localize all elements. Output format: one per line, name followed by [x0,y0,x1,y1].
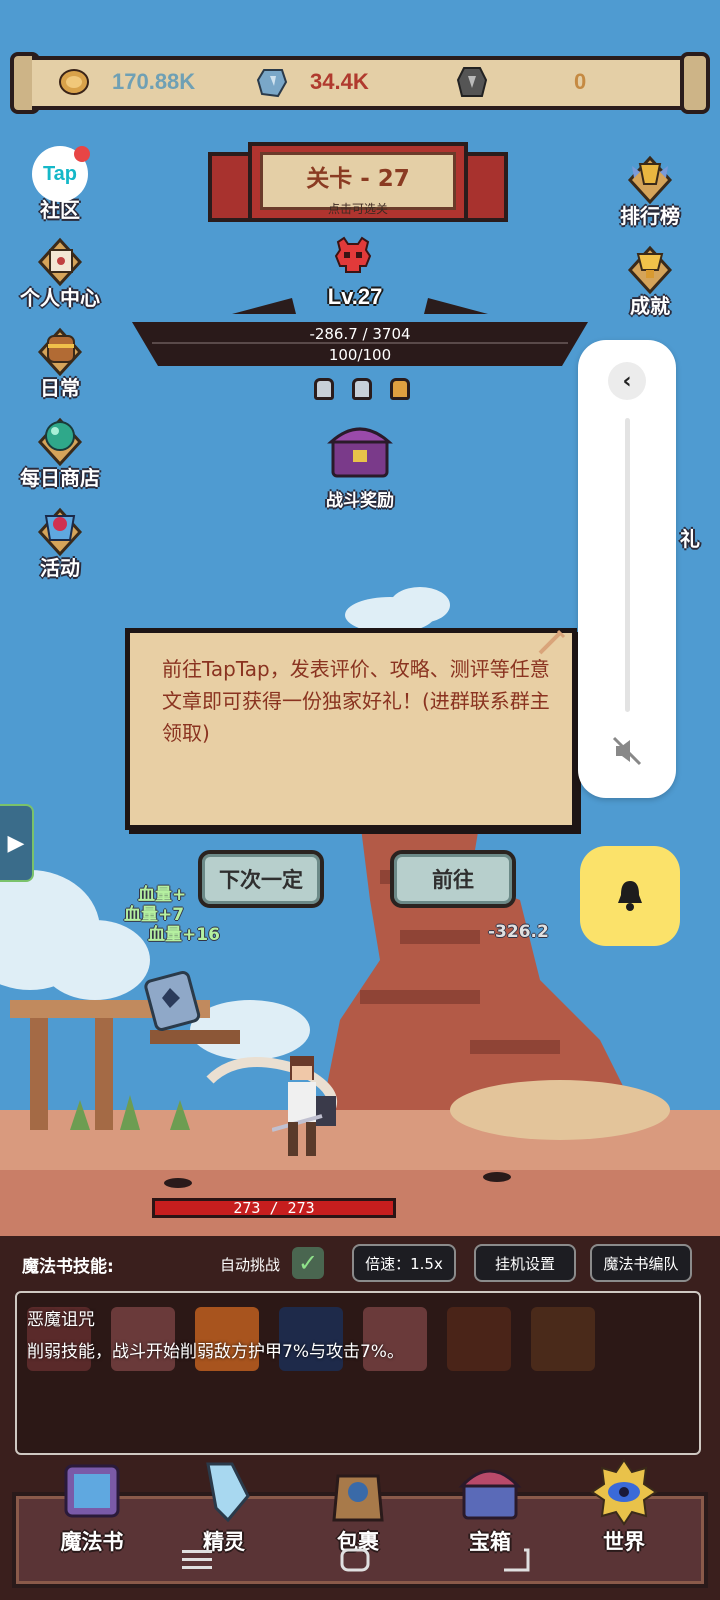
boss-skull-icon [334,236,372,273]
nav-treasure[interactable]: 宝箱 [430,1456,550,1556]
go-button[interactable]: 前往 [390,850,516,908]
profile-center-button[interactable]: 个人中心 [10,232,110,311]
currency-runes: 0 [456,62,586,102]
idle-settings-button[interactable]: 挂机设置 [474,1244,576,1282]
boss-shield-text: 100/100 [328,346,392,364]
nav-world[interactable]: 世界 [564,1456,684,1556]
taptap-review-popup: 前往TapTap，发表评价、攻略、测评等任意文章即可获得一份独家好礼！(进群联系… [125,628,577,830]
achievements-button[interactable]: 成就 [600,240,700,319]
trophy-wings-icon [620,150,680,210]
auto-challenge-label: 自动挑战 [220,1256,281,1274]
wave-dot-1 [314,378,334,400]
boss-hp-bar: -286.7 / 3704 100/100 [132,322,588,366]
wave-dot-2 [352,378,372,400]
svg-text:Tap: Tap [43,163,77,185]
barrel-icon [30,322,90,382]
speed-button[interactable]: 倍速：1.5x [352,1244,456,1282]
collapse-panel-button[interactable]: ‹ [608,362,646,400]
nav-spellbook-label: 魔法书 [60,1530,124,1554]
recent-apps-icon[interactable] [182,1548,212,1572]
skill-name: 恶魔诅咒 [27,1310,95,1330]
skill-description: 削弱技能，战斗开始削弱敌方护甲7%与攻击7%。 [27,1342,404,1362]
stage-title: 关卡 - 27 [306,166,410,192]
world-eye-icon [590,1458,658,1526]
later-button[interactable]: 下次一定 [198,850,324,908]
treasure-chest-icon [458,1469,522,1520]
daily-shop-button[interactable]: 每日商店 [10,412,110,491]
hero-hp-bar: 273 / 273 [152,1198,396,1218]
mute-icon[interactable] [608,732,646,770]
events-button[interactable]: 活动 [10,502,110,581]
coin-icon [59,69,89,95]
spellbook-skill-title: 魔法书技能: [22,1257,114,1277]
crystal-icon [256,69,288,98]
crystal-ball-icon [30,412,90,472]
skill-slot-6[interactable] [447,1307,511,1371]
popup-message: 前往TapTap，发表评价、攻略、测评等任意文章即可获得一份独家好礼！(进群联系… [162,657,550,745]
rune-stone-icon [456,67,488,97]
spirit-crystal-icon [206,1462,250,1523]
coins-value: 170.88K [112,69,196,94]
currency-scroll-bar: 170.88K 34.4K 0 [10,52,710,114]
boss-level: Lv.27 [327,284,383,309]
floating-spellbook-icon [144,970,201,1031]
currency-crystals: 34.4K [256,62,369,102]
gift-cup-icon [30,502,90,562]
battle-reward-label: 战斗奖励 [326,491,394,511]
runes-value: 0 [574,69,587,94]
feather-pen-icon [538,629,566,655]
skill-panel: 恶魔诅咒 削弱技能，战斗开始削弱敌方护甲7%与攻击7%。 [15,1291,701,1455]
battle-reward-button[interactable]: 战斗奖励 [310,420,410,511]
scroll-roll-right [680,52,710,114]
nav-backpack[interactable]: 包裹 [298,1456,418,1556]
envelope-icon [30,232,90,292]
bottom-navigation: 魔法书 精灵 包裹 宝箱 世界 [12,1458,708,1588]
floating-control-panel: ‹ [578,340,676,798]
currency-coins: 170.88K [58,62,195,102]
taptap-icon: Tap [30,144,90,204]
nav-spirit[interactable]: 精灵 [164,1456,284,1556]
stage-subtitle: 点击可选关 [327,202,388,216]
expand-side-tab[interactable]: ▶ [0,804,34,882]
daily-button[interactable]: 日常 [10,322,110,401]
golden-cup-icon [620,240,680,300]
float-hp-3: 血量+16 [148,925,220,945]
crystals-value: 34.4K [310,69,369,94]
home-icon[interactable] [340,1548,370,1572]
hero-character [272,1056,336,1156]
volume-slider[interactable] [625,418,630,712]
boss-hp-text: -286.7 / 3704 [309,325,411,343]
leaderboard-button[interactable]: 排行榜 [600,150,700,229]
nav-world-label: 世界 [603,1530,645,1554]
spellbook-icon [64,1464,120,1518]
spellbook-team-button[interactable]: 魔法书编队 [590,1244,692,1282]
stage-selector[interactable]: 关卡 - 27 点击可选关 [208,128,508,228]
skill-slot-7[interactable] [531,1307,595,1371]
wave-indicators [314,378,410,400]
auto-challenge-checkbox[interactable]: ✓ [292,1247,324,1279]
community-button[interactable]: Tap 社区 [10,144,110,223]
notification-button[interactable] [580,846,680,946]
nav-spellbook[interactable]: 魔法书 [32,1456,152,1556]
back-icon[interactable] [500,1548,530,1572]
reward-chest-icon [327,427,393,478]
wave-dot-3 [390,378,410,400]
float-damage: -326.2 [488,922,549,942]
backpack-icon [332,1474,384,1522]
nav-treasure-label: 宝箱 [469,1530,511,1554]
skill-control-bar: 魔法书技能: 自动挑战 ✓ 倍速：1.5x 挂机设置 魔法书编队 [0,1236,720,1294]
bell-icon [618,881,642,911]
